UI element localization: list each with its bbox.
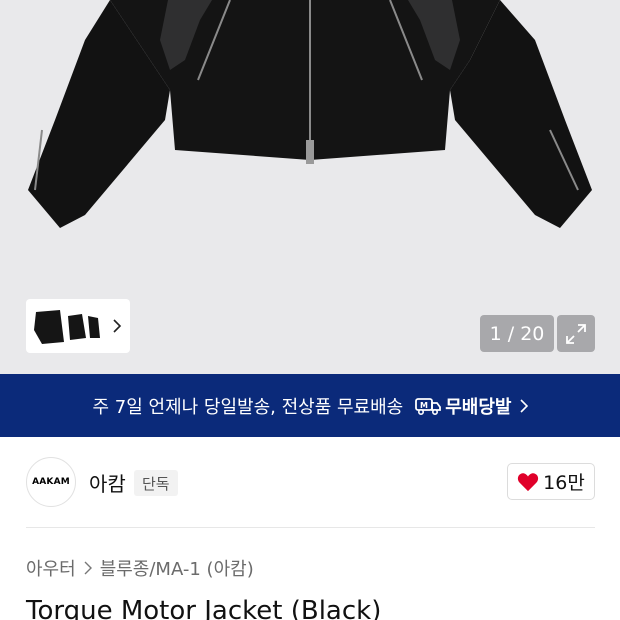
thumbnail-images [34,310,100,344]
exclusive-badge: 단독 [134,470,178,496]
thumbnail-strip[interactable] [26,299,130,353]
divider [26,527,595,528]
product-page: 1 / 20 주 7일 언제나 당일발송, 전상품 무료배송 M 무배당발 AA… [0,0,620,620]
breadcrumb-item[interactable]: 블루종/MA-1 (아캄) [100,555,254,581]
chevron-right-icon [84,561,92,575]
free-shipping-label: 무배당발 [445,396,512,418]
image-counter: 1 / 20 [480,315,554,352]
product-title: Torque Motor Jacket (Black) [26,596,382,620]
brand-row: AAKAM 아캄 단독 16만 [0,437,620,527]
heart-icon [518,472,539,491]
free-shipping-badge: M 무배당발 [415,393,512,419]
delivery-truck-icon: M [415,397,442,415]
breadcrumb-item[interactable]: 아우터 [26,555,76,581]
shipping-banner-text: 주 7일 언제나 당일발송, 전상품 무료배송 [92,396,404,418]
brand-logo[interactable]: AAKAM [26,457,76,507]
expand-icon [566,323,586,344]
like-button[interactable]: 16만 [507,463,595,500]
shipping-banner[interactable]: 주 7일 언제나 당일발송, 전상품 무료배송 M 무배당발 [0,374,620,437]
product-image-gallery[interactable]: 1 / 20 [0,0,620,374]
brand-name[interactable]: 아캄 [89,468,126,497]
breadcrumb: 아우터 블루종/MA-1 (아캄) [26,555,254,581]
like-count: 16만 [543,472,585,494]
svg-text:M: M [420,401,428,410]
chevron-right-icon [519,398,528,413]
chevron-right-icon [113,319,122,333]
expand-button[interactable] [557,315,595,352]
